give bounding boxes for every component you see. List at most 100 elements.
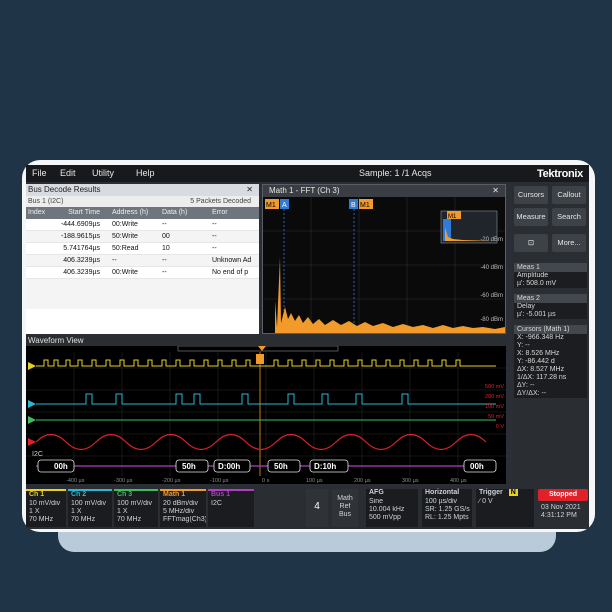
time-tick: 100 µs — [306, 478, 323, 484]
cell-data: 00 — [162, 233, 170, 240]
scale-label: 500 mV — [485, 384, 504, 390]
bus1-title: Bus 1 — [211, 491, 231, 498]
bus1-badge[interactable]: Bus 1 I2C — [208, 489, 254, 527]
run-stop-button[interactable]: Stopped — [538, 489, 588, 501]
cell-time: -188.9615µs — [60, 233, 100, 240]
cell-error: -- — [212, 221, 217, 228]
cell-data: 10 — [162, 245, 170, 252]
col-error[interactable]: Error — [212, 207, 258, 219]
trigger-position-icon[interactable] — [258, 346, 266, 351]
afg-badge[interactable]: AFG Sine 10.004 kHz 500 mVpp — [366, 489, 418, 527]
more-button[interactable]: More... — [552, 234, 586, 252]
time-tick: -300 µs — [114, 478, 133, 484]
ch1-title: Ch 1 — [29, 491, 45, 498]
acquisition-badge[interactable]: Stopped 03 Nov 2021 4:31:12 PM — [538, 489, 588, 527]
waveform-view[interactable]: Waveform View I2C 00h 50h D:00h 50h D:10… — [26, 336, 506, 484]
close-icon[interactable]: ✕ — [492, 185, 499, 197]
cell-data: -- — [162, 221, 167, 228]
table-row[interactable]: 406.3239µs -- -- Unknown Ad — [26, 255, 259, 267]
measure-button[interactable]: Measure — [514, 208, 548, 226]
zoom-icon[interactable]: ⊡ — [514, 234, 548, 252]
ch2-badge[interactable]: Ch 2 100 mV/div 1 X 70 MHz — [68, 489, 112, 527]
ch3-title: Ch 3 — [117, 491, 133, 498]
fft-title-bar: Math 1 - FFT (Ch 3) ✕ — [263, 185, 505, 197]
callout-button[interactable]: Callout — [552, 186, 586, 204]
waveform-graticule[interactable]: I2C 00h 50h D:00h 50h D:10h 00h -400 µs … — [26, 346, 506, 484]
trigger-badge[interactable]: Trigger N ∕ 0 V — [476, 489, 534, 527]
ch3-scale: 100 mV/div — [117, 500, 153, 507]
menu-utility[interactable]: Utility — [92, 168, 114, 178]
ref-marker[interactable] — [28, 438, 36, 446]
add-math-ref-bus-button[interactable]: Math Ref Bus — [332, 489, 358, 527]
ch3-probe: 1 X — [117, 508, 128, 515]
cell-address: 00:Write — [112, 221, 138, 228]
menu-help[interactable]: Help — [136, 168, 155, 178]
horizontal-badge[interactable]: Horizontal 100 µs/div SR: 1.25 GS/s RL: … — [422, 489, 472, 527]
col-address[interactable]: Address (h) — [112, 207, 162, 219]
table-row[interactable]: 5.741764µs 50:Read 10 -- — [26, 243, 259, 255]
table-row[interactable]: 406.3239µs 00:Write -- No end of p — [26, 267, 259, 279]
ch2-scale: 100 mV/div — [71, 500, 107, 507]
close-icon[interactable]: ✕ — [246, 184, 253, 196]
ch3-bw: 70 MHz — [117, 516, 142, 523]
time-tick: -400 µs — [66, 478, 85, 484]
table-row[interactable]: -444.6909µs 00:Write -- -- — [26, 219, 259, 231]
afg-waveform: Sine — [369, 498, 384, 505]
search-button[interactable]: Search — [552, 208, 586, 226]
time-tick: -100 µs — [210, 478, 229, 484]
ch1-badge[interactable]: Ch 1 10 mV/div 1 X 70 MHz — [26, 489, 66, 527]
cursor-delta-y-per-x: ΔY/ΔX: -- — [517, 390, 547, 397]
fft-plot[interactable]: M1 A B M1 M1 -20 dBm -40 dBm -60 dBm -80… — [263, 197, 505, 333]
record-overview[interactable] — [177, 346, 339, 352]
cursor-readout-badge[interactable]: Cursors (Math 1) X: -966.348 Hz Y: -- X:… — [514, 325, 587, 398]
ch3-ground-marker[interactable] — [28, 416, 36, 424]
ch2-ground-marker[interactable] — [28, 400, 36, 408]
add-channel-button[interactable]: 4 — [306, 489, 328, 527]
horizontal-record-length: RL: 1.25 Mpts — [425, 514, 469, 521]
scope-screen: File Edit Utility Help Sample: 1 /1 Acqs… — [26, 165, 589, 529]
meas2-type: Delay — [517, 303, 535, 310]
add-bus-label: Bus — [338, 511, 352, 518]
cell-error: -- — [212, 245, 217, 252]
cell-error: Unknown Ad — [212, 257, 252, 264]
acquisition-status: Sample: 1 /1 Acqs — [359, 168, 432, 178]
cursor-readout-title: Cursors (Math 1) — [514, 325, 587, 334]
fft-y-label: -80 dBm — [480, 317, 503, 323]
table-row[interactable]: -188.9615µs 50:Write 00 -- — [26, 231, 259, 243]
waveform-title-bar: Waveform View — [26, 336, 506, 346]
fft-title: Math 1 - FFT (Ch 3) — [269, 186, 340, 195]
menu-edit[interactable]: Edit — [60, 168, 76, 178]
math1-badge[interactable]: Math 1 20 dBm/div 5 MHz/div FFTmag(Ch3) — [160, 489, 206, 527]
scale-label: 50 mV — [488, 414, 504, 420]
meas2-badge[interactable]: Meas 2 Delay µ': -5.001 µs — [514, 294, 587, 319]
ch3-badge[interactable]: Ch 3 100 mV/div 1 X 70 MHz — [114, 489, 158, 527]
col-data[interactable]: Data (h) — [162, 207, 208, 219]
horizontal-scale: 100 µs/div — [425, 498, 458, 505]
bus-packet-value: 00h — [54, 462, 68, 471]
meas1-type: Amplitude — [517, 272, 549, 279]
ch1-bw: 70 MHz — [29, 516, 54, 523]
horizontal-sample-rate: SR: 1.25 GS/s — [425, 506, 470, 513]
cursors-button[interactable]: Cursors — [514, 186, 548, 204]
col-start-time[interactable]: Start Time — [52, 207, 100, 219]
meas1-badge[interactable]: Meas 1 Amplitude µ': 508.0 mV — [514, 263, 587, 288]
math1-vscale: 20 dBm/div — [163, 500, 199, 507]
meas1-title: Meas 1 — [514, 263, 587, 272]
math1-hscale: 5 MHz/div — [163, 508, 195, 515]
cursor-b-label: B — [351, 202, 356, 209]
bus-name: Bus 1 (I2C) — [28, 198, 64, 205]
table-header: Index Start Time Address (h) Data (h) Er… — [26, 207, 259, 219]
menu-bar: File Edit Utility Help Sample: 1 /1 Acqs… — [26, 165, 589, 182]
cursor-inverse-delta-x: 1/ΔX: 117.28 ns — [517, 374, 567, 381]
meas2-value: µ': -5.001 µs — [517, 311, 556, 318]
trigger-title: Trigger — [479, 489, 503, 496]
col-index[interactable]: Index — [28, 207, 52, 219]
afg-title: AFG — [369, 489, 384, 496]
add-ref-label: Ref — [339, 503, 351, 510]
tektronix-logo: Tektronix — [537, 168, 583, 180]
cell-error: -- — [212, 233, 217, 240]
menu-file[interactable]: File — [32, 168, 47, 178]
math-fft-panel: Math 1 - FFT (Ch 3) ✕ M1 A B M1 M1 -20 d… — [262, 184, 506, 334]
trigger-marker[interactable] — [256, 354, 264, 364]
ch1-ground-marker[interactable] — [28, 362, 36, 370]
